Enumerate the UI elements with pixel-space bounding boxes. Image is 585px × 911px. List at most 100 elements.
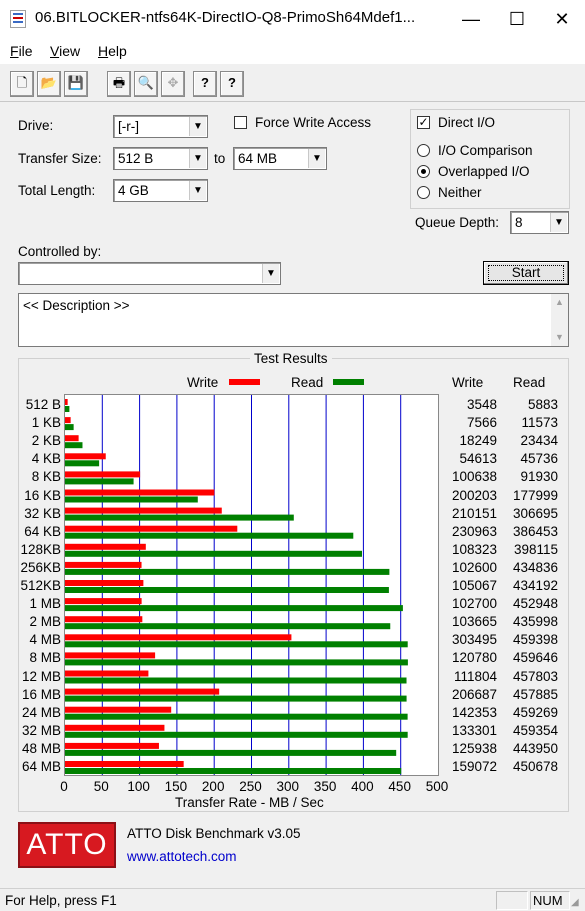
write-bar (65, 489, 215, 496)
chevron-down-icon[interactable]: ▼ (308, 149, 325, 168)
size-label: 8 KB (31, 469, 61, 485)
controlled-by-select[interactable]: ▼ (18, 262, 281, 285)
read-bar (65, 623, 391, 630)
transfer-rate-chart (65, 395, 408, 775)
read-value: 398115 (513, 541, 558, 557)
help-icon[interactable]: ? (193, 71, 217, 97)
menu-help[interactable]: Help (98, 43, 127, 59)
queue-depth-label: Queue Depth: (415, 215, 500, 230)
read-bar (65, 496, 198, 503)
description-textarea[interactable]: << Description >> ▲ ▼ (18, 293, 569, 347)
chevron-down-icon[interactable]: ▼ (262, 264, 279, 283)
size-label: 2 KB (31, 433, 61, 449)
read-value: 434836 (512, 559, 558, 575)
read-bar (65, 478, 134, 485)
legend-write-label: Write (187, 375, 219, 390)
read-column-header: Read (513, 375, 546, 390)
read-bar (65, 768, 402, 774)
size-label: 1 KB (31, 415, 61, 431)
read-bar (65, 677, 407, 684)
menu-file[interactable]: File (10, 43, 33, 59)
read-bar (65, 659, 408, 666)
write-value: 102700 (451, 596, 497, 612)
print-preview-icon[interactable]: 🔍 (134, 71, 158, 97)
app-icon[interactable] (10, 10, 26, 28)
write-bar (65, 652, 156, 659)
force-write-checkbox[interactable] (234, 116, 247, 129)
queue-depth-select[interactable]: 8 ▼ (510, 211, 569, 234)
neither-radio[interactable] (417, 186, 430, 199)
size-label: 48 MB (21, 740, 61, 756)
read-value: 91930 (520, 469, 558, 485)
scroll-up-icon[interactable]: ▲ (555, 297, 564, 307)
size-label: 16 MB (21, 686, 61, 702)
maximize-button[interactable]: ☐ (494, 0, 540, 38)
read-value: 443950 (512, 740, 558, 756)
legend-read-swatch (333, 379, 364, 385)
write-bar (65, 634, 292, 641)
direct-io-checkbox[interactable]: ✓ (417, 116, 430, 129)
chevron-down-icon[interactable]: ▼ (189, 181, 206, 200)
print-icon[interactable]: 🖶 (107, 71, 131, 97)
write-bar (65, 598, 142, 605)
transfer-size-to-select[interactable]: 64 MB ▼ (233, 147, 327, 170)
read-bar (65, 587, 389, 593)
status-help-text: For Help, press F1 (5, 893, 117, 908)
x-tick-label: 50 (93, 779, 109, 794)
close-button[interactable]: ✕ (539, 0, 585, 38)
read-value: 459269 (512, 704, 558, 720)
menu-view[interactable]: View (50, 43, 80, 59)
total-length-select[interactable]: 4 GB ▼ (113, 179, 208, 202)
num-indicator: NUM (530, 891, 570, 910)
read-value: 386453 (512, 523, 558, 539)
atto-logo: ATTO (18, 822, 116, 868)
read-bar (65, 442, 83, 449)
total-length-value: 4 GB (118, 183, 149, 198)
size-label: 128KB (20, 541, 61, 557)
x-tick-label: 400 (351, 779, 374, 794)
write-bar (65, 561, 142, 568)
resize-grip-icon[interactable]: ◢ (571, 897, 579, 908)
transfer-size-from-select[interactable]: 512 B ▼ (113, 147, 208, 170)
read-value: 459354 (512, 722, 558, 738)
write-value: 18249 (459, 433, 497, 449)
status-pane (496, 891, 528, 910)
drive-value: [-r-] (118, 119, 139, 134)
read-bar (65, 514, 294, 521)
read-bar (65, 749, 397, 756)
queue-depth-value: 8 (515, 215, 523, 230)
read-value: 11573 (521, 415, 558, 431)
write-bar (65, 761, 184, 767)
chevron-down-icon[interactable]: ▼ (550, 213, 567, 232)
minimize-button[interactable]: — (448, 0, 494, 38)
open-folder-icon[interactable]: 📂 (37, 71, 61, 97)
size-label: 32 MB (21, 722, 61, 738)
io-comparison-radio[interactable] (417, 144, 430, 157)
new-file-icon[interactable]: 🗋 (10, 71, 34, 97)
read-value: 457885 (512, 686, 558, 702)
move-icon[interactable]: ✥ (161, 71, 185, 97)
save-icon[interactable]: 💾 (64, 71, 88, 97)
start-button[interactable]: Start (483, 261, 569, 285)
chevron-down-icon[interactable]: ▼ (189, 149, 206, 168)
neither-label: Neither (438, 185, 482, 200)
size-label: 4 MB (29, 632, 61, 648)
read-value: 459646 (512, 650, 558, 666)
write-value: 54613 (459, 451, 497, 467)
context-help-icon[interactable]: ? (220, 71, 244, 97)
x-tick-label: 250 (239, 779, 262, 794)
website-link[interactable]: www.attotech.com (127, 849, 237, 864)
logo-text: ATTO (26, 828, 108, 861)
scroll-down-icon[interactable]: ▼ (555, 332, 564, 342)
read-bar (65, 406, 70, 412)
read-value: 306695 (512, 505, 558, 521)
description-scrollbar[interactable]: ▲ ▼ (551, 294, 568, 346)
read-bar (65, 550, 362, 557)
chevron-down-icon[interactable]: ▼ (189, 117, 206, 136)
drive-select[interactable]: [-r-] ▼ (113, 115, 208, 138)
read-bar (65, 641, 408, 648)
overlapped-io-radio[interactable] (417, 165, 430, 178)
write-value: 105067 (451, 578, 497, 593)
size-label: 32 KB (24, 505, 61, 521)
toolbar: 🗋 📂 💾 🖶 🔍 ✥ ? ? (0, 66, 585, 102)
